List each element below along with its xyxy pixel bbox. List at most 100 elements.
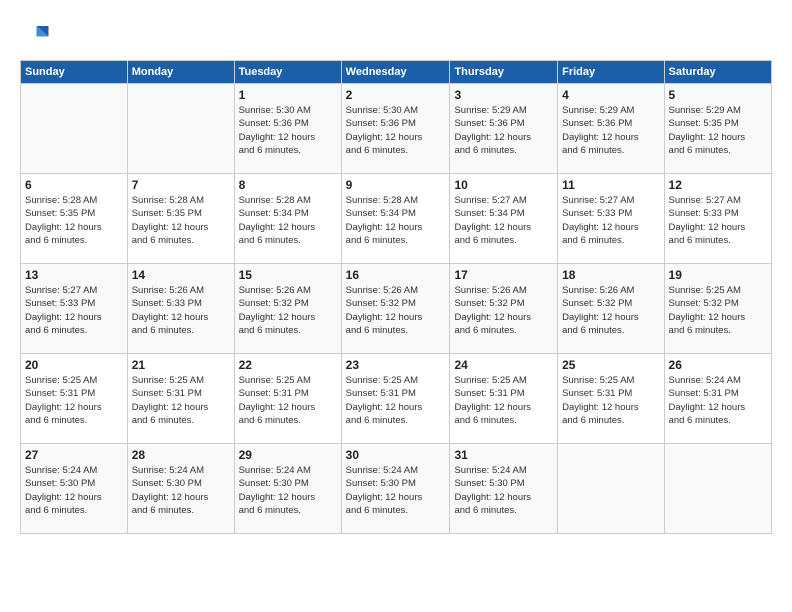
day-cell xyxy=(127,84,234,174)
day-info: Sunrise: 5:24 AM Sunset: 5:30 PM Dayligh… xyxy=(454,464,553,517)
day-info: Sunrise: 5:28 AM Sunset: 5:34 PM Dayligh… xyxy=(239,194,337,247)
day-cell: 29 Sunrise: 5:24 AM Sunset: 5:30 PM Dayli… xyxy=(234,444,341,534)
day-cell: 1 Sunrise: 5:30 AM Sunset: 5:36 PM Daylig… xyxy=(234,84,341,174)
day-number: 10 xyxy=(454,178,553,192)
day-info: Sunrise: 5:25 AM Sunset: 5:31 PM Dayligh… xyxy=(346,374,446,427)
day-info: Sunrise: 5:29 AM Sunset: 5:36 PM Dayligh… xyxy=(562,104,659,157)
day-info: Sunrise: 5:24 AM Sunset: 5:31 PM Dayligh… xyxy=(669,374,767,427)
day-number: 8 xyxy=(239,178,337,192)
day-number: 29 xyxy=(239,448,337,462)
day-number: 7 xyxy=(132,178,230,192)
day-cell: 16 Sunrise: 5:26 AM Sunset: 5:32 PM Dayli… xyxy=(341,264,450,354)
day-number: 12 xyxy=(669,178,767,192)
header-row: SundayMondayTuesdayWednesdayThursdayFrid… xyxy=(21,61,772,84)
day-number: 18 xyxy=(562,268,659,282)
day-info: Sunrise: 5:25 AM Sunset: 5:31 PM Dayligh… xyxy=(132,374,230,427)
day-cell xyxy=(21,84,128,174)
header-cell-monday: Monday xyxy=(127,61,234,84)
day-number: 20 xyxy=(25,358,123,372)
day-info: Sunrise: 5:30 AM Sunset: 5:36 PM Dayligh… xyxy=(239,104,337,157)
day-info: Sunrise: 5:25 AM Sunset: 5:32 PM Dayligh… xyxy=(669,284,767,337)
day-number: 6 xyxy=(25,178,123,192)
day-number: 25 xyxy=(562,358,659,372)
day-cell: 6 Sunrise: 5:28 AM Sunset: 5:35 PM Daylig… xyxy=(21,174,128,264)
day-number: 16 xyxy=(346,268,446,282)
day-cell: 18 Sunrise: 5:26 AM Sunset: 5:32 PM Dayli… xyxy=(558,264,664,354)
day-cell: 17 Sunrise: 5:26 AM Sunset: 5:32 PM Dayli… xyxy=(450,264,558,354)
week-row-1: 1 Sunrise: 5:30 AM Sunset: 5:36 PM Daylig… xyxy=(21,84,772,174)
week-row-4: 20 Sunrise: 5:25 AM Sunset: 5:31 PM Dayli… xyxy=(21,354,772,444)
day-info: Sunrise: 5:29 AM Sunset: 5:36 PM Dayligh… xyxy=(454,104,553,157)
day-info: Sunrise: 5:24 AM Sunset: 5:30 PM Dayligh… xyxy=(239,464,337,517)
day-number: 26 xyxy=(669,358,767,372)
day-number: 9 xyxy=(346,178,446,192)
day-cell: 10 Sunrise: 5:27 AM Sunset: 5:34 PM Dayli… xyxy=(450,174,558,264)
day-cell xyxy=(558,444,664,534)
day-number: 1 xyxy=(239,88,337,102)
logo-icon xyxy=(20,20,50,50)
day-cell: 5 Sunrise: 5:29 AM Sunset: 5:35 PM Daylig… xyxy=(664,84,771,174)
week-row-2: 6 Sunrise: 5:28 AM Sunset: 5:35 PM Daylig… xyxy=(21,174,772,264)
day-cell: 9 Sunrise: 5:28 AM Sunset: 5:34 PM Daylig… xyxy=(341,174,450,264)
day-info: Sunrise: 5:29 AM Sunset: 5:35 PM Dayligh… xyxy=(669,104,767,157)
day-info: Sunrise: 5:27 AM Sunset: 5:34 PM Dayligh… xyxy=(454,194,553,247)
header-cell-saturday: Saturday xyxy=(664,61,771,84)
day-cell: 3 Sunrise: 5:29 AM Sunset: 5:36 PM Daylig… xyxy=(450,84,558,174)
day-number: 17 xyxy=(454,268,553,282)
calendar-table: SundayMondayTuesdayWednesdayThursdayFrid… xyxy=(20,60,772,534)
header-cell-thursday: Thursday xyxy=(450,61,558,84)
day-cell: 12 Sunrise: 5:27 AM Sunset: 5:33 PM Dayli… xyxy=(664,174,771,264)
day-info: Sunrise: 5:26 AM Sunset: 5:33 PM Dayligh… xyxy=(132,284,230,337)
day-number: 15 xyxy=(239,268,337,282)
day-cell: 19 Sunrise: 5:25 AM Sunset: 5:32 PM Dayli… xyxy=(664,264,771,354)
day-info: Sunrise: 5:25 AM Sunset: 5:31 PM Dayligh… xyxy=(239,374,337,427)
day-number: 4 xyxy=(562,88,659,102)
day-cell: 8 Sunrise: 5:28 AM Sunset: 5:34 PM Daylig… xyxy=(234,174,341,264)
day-info: Sunrise: 5:26 AM Sunset: 5:32 PM Dayligh… xyxy=(562,284,659,337)
day-cell: 23Sunrise: 5:25 AM Sunset: 5:31 PM Dayli… xyxy=(341,354,450,444)
day-cell: 11 Sunrise: 5:27 AM Sunset: 5:33 PM Dayli… xyxy=(558,174,664,264)
day-info: Sunrise: 5:27 AM Sunset: 5:33 PM Dayligh… xyxy=(25,284,123,337)
header-cell-friday: Friday xyxy=(558,61,664,84)
logo xyxy=(20,20,54,50)
day-cell xyxy=(664,444,771,534)
day-cell: 14 Sunrise: 5:26 AM Sunset: 5:33 PM Dayli… xyxy=(127,264,234,354)
week-row-3: 13 Sunrise: 5:27 AM Sunset: 5:33 PM Dayli… xyxy=(21,264,772,354)
day-cell: 2 Sunrise: 5:30 AM Sunset: 5:36 PM Daylig… xyxy=(341,84,450,174)
day-number: 22 xyxy=(239,358,337,372)
day-info: Sunrise: 5:26 AM Sunset: 5:32 PM Dayligh… xyxy=(346,284,446,337)
day-cell: 20 Sunrise: 5:25 AM Sunset: 5:31 PM Dayli… xyxy=(21,354,128,444)
day-cell: 13 Sunrise: 5:27 AM Sunset: 5:33 PM Dayli… xyxy=(21,264,128,354)
day-info: Sunrise: 5:27 AM Sunset: 5:33 PM Dayligh… xyxy=(669,194,767,247)
header-cell-tuesday: Tuesday xyxy=(234,61,341,84)
day-cell: 25Sunrise: 5:25 AM Sunset: 5:31 PM Dayli… xyxy=(558,354,664,444)
day-info: Sunrise: 5:26 AM Sunset: 5:32 PM Dayligh… xyxy=(454,284,553,337)
day-number: 24 xyxy=(454,358,553,372)
day-info: Sunrise: 5:25 AM Sunset: 5:31 PM Dayligh… xyxy=(25,374,123,427)
day-number: 19 xyxy=(669,268,767,282)
day-number: 5 xyxy=(669,88,767,102)
day-info: Sunrise: 5:27 AM Sunset: 5:33 PM Dayligh… xyxy=(562,194,659,247)
header-cell-sunday: Sunday xyxy=(21,61,128,84)
day-info: Sunrise: 5:28 AM Sunset: 5:35 PM Dayligh… xyxy=(25,194,123,247)
day-cell: 24 Sunrise: 5:25 AM Sunset: 5:31 PM Dayli… xyxy=(450,354,558,444)
day-info: Sunrise: 5:30 AM Sunset: 5:36 PM Dayligh… xyxy=(346,104,446,157)
day-info: Sunrise: 5:26 AM Sunset: 5:32 PM Dayligh… xyxy=(239,284,337,337)
day-cell: 31Sunrise: 5:24 AM Sunset: 5:30 PM Dayli… xyxy=(450,444,558,534)
day-cell: 26 Sunrise: 5:24 AM Sunset: 5:31 PM Dayli… xyxy=(664,354,771,444)
day-number: 2 xyxy=(346,88,446,102)
day-cell: 22 Sunrise: 5:25 AM Sunset: 5:31 PM Dayli… xyxy=(234,354,341,444)
day-number: 13 xyxy=(25,268,123,282)
day-number: 11 xyxy=(562,178,659,192)
day-info: Sunrise: 5:25 AM Sunset: 5:31 PM Dayligh… xyxy=(454,374,553,427)
page-header xyxy=(20,20,772,50)
day-number: 27 xyxy=(25,448,123,462)
day-info: Sunrise: 5:28 AM Sunset: 5:34 PM Dayligh… xyxy=(346,194,446,247)
header-cell-wednesday: Wednesday xyxy=(341,61,450,84)
day-cell: 7Sunrise: 5:28 AM Sunset: 5:35 PM Daylig… xyxy=(127,174,234,264)
day-number: 14 xyxy=(132,268,230,282)
day-cell: 15 Sunrise: 5:26 AM Sunset: 5:32 PM Dayli… xyxy=(234,264,341,354)
day-number: 28 xyxy=(132,448,230,462)
day-cell: 21Sunrise: 5:25 AM Sunset: 5:31 PM Dayli… xyxy=(127,354,234,444)
day-number: 3 xyxy=(454,88,553,102)
